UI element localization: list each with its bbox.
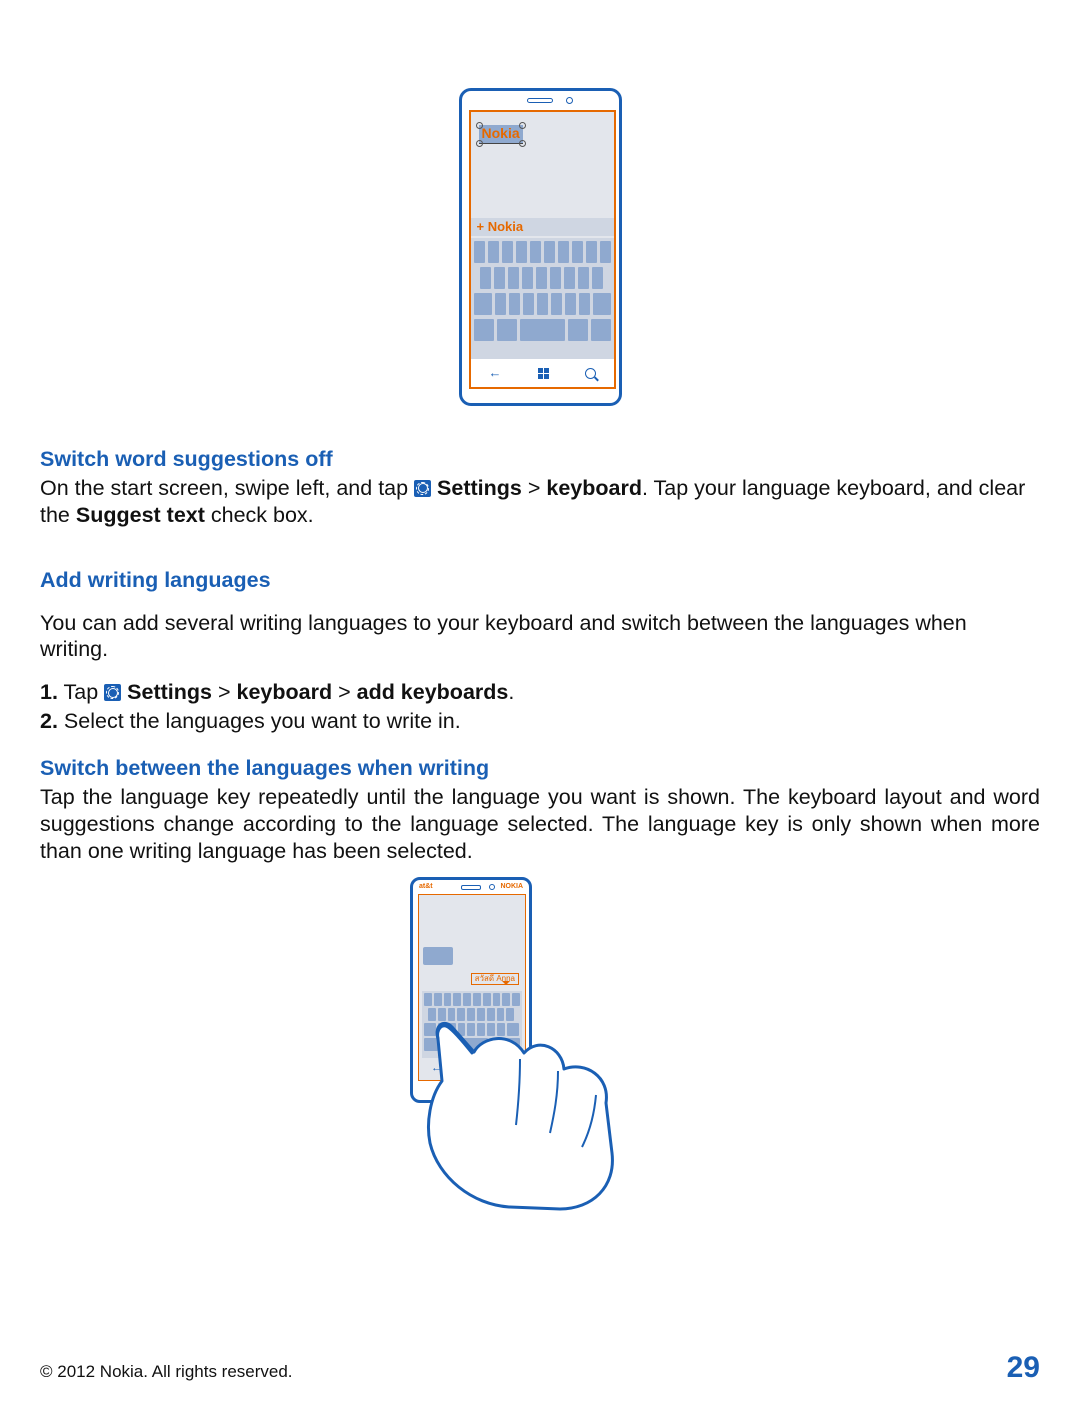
windows-icon	[538, 368, 549, 379]
phone-outline: at&t NOKIA สวัสดี Anna ←	[410, 877, 532, 1103]
search-icon	[502, 1063, 513, 1074]
highlighted-word: Nokia	[479, 125, 523, 144]
camera-icon	[566, 97, 573, 104]
phone-navbar: ←	[471, 359, 614, 387]
suggestion-callout: สวัสดี Anna	[471, 973, 519, 985]
phone-navbar: ←	[419, 1058, 525, 1080]
page-footer: © 2012 Nokia. All rights reserved. 29	[40, 1349, 1040, 1387]
heading-add-languages: Add writing languages	[40, 567, 1040, 594]
para-switch-languages: Tap the language key repeatedly until th…	[40, 784, 1040, 865]
onscreen-keyboard	[471, 238, 614, 359]
page-number: 29	[1007, 1349, 1040, 1387]
step-2: 2. Select the languages you want to writ…	[40, 708, 1040, 735]
status-right: NOKIA	[500, 883, 523, 892]
copyright-text: © 2012 Nokia. All rights reserved.	[40, 1361, 293, 1382]
figure-phone-word-suggestion: Nokia + Nokia ←	[459, 88, 622, 406]
back-icon: ←	[489, 365, 502, 381]
onscreen-keyboard	[422, 991, 522, 1058]
para-add-languages: You can add several writing languages to…	[40, 610, 1040, 664]
suggestion-bar: + Nokia	[471, 218, 614, 236]
figure-phone-language-key: at&t NOKIA สวัสดี Anna ←	[410, 877, 670, 1207]
phone-screen: Nokia + Nokia ←	[469, 110, 616, 389]
earpiece-icon	[461, 885, 481, 890]
selected-text: Nokia	[479, 118, 523, 145]
step-1: 1. Tap Settings > keyboard > add keyboar…	[40, 679, 1040, 706]
earpiece-icon	[527, 98, 553, 103]
settings-gear-icon	[414, 480, 431, 497]
heading-switch-languages: Switch between the languages when writin…	[40, 755, 1040, 782]
language-key-highlight	[438, 1041, 454, 1056]
search-icon	[585, 368, 596, 379]
back-icon: ←	[431, 1062, 442, 1076]
settings-gear-icon	[104, 684, 121, 701]
camera-icon	[489, 884, 495, 890]
chat-bubble	[423, 947, 453, 965]
windows-icon	[466, 1063, 477, 1074]
heading-switch-off: Switch word suggestions off	[40, 446, 1040, 473]
phone-screen: สวัสดี Anna ←	[418, 894, 526, 1081]
para-switch-off: On the start screen, swipe left, and tap…	[40, 475, 1040, 529]
status-left: at&t	[419, 883, 433, 892]
